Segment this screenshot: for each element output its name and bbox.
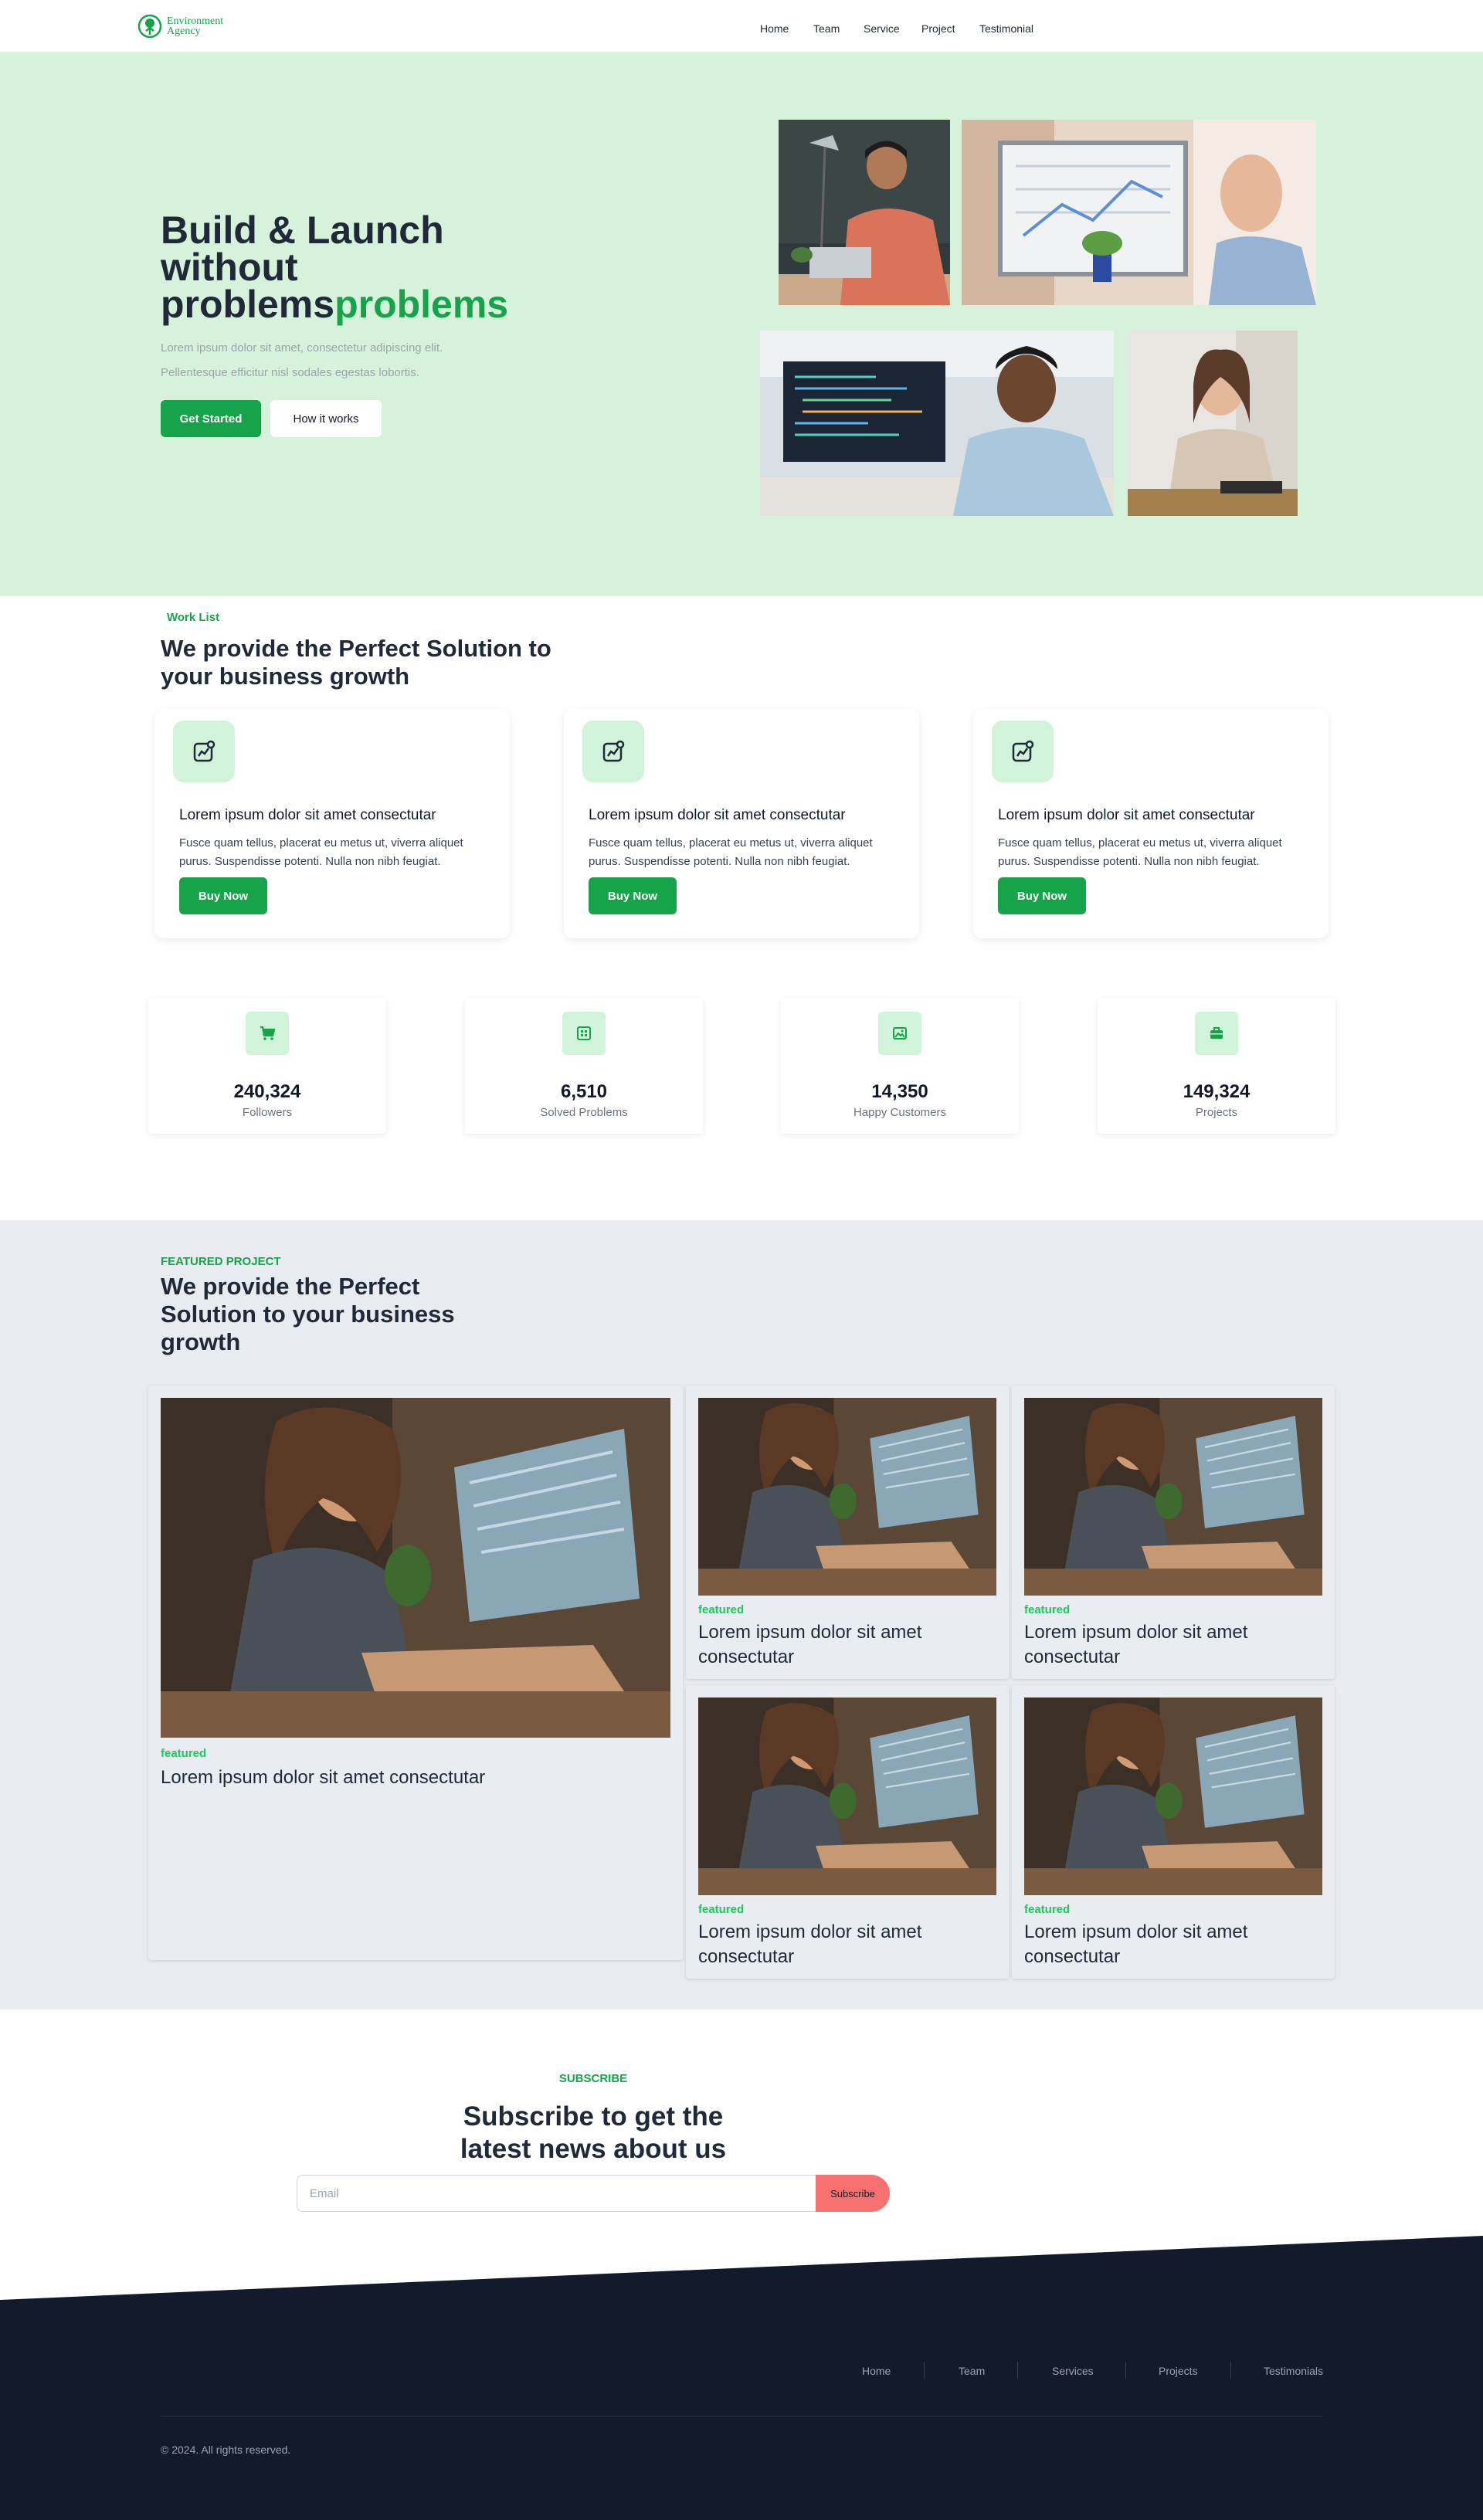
logo-line-2: Agency [167,25,201,37]
footer-link-team[interactable]: Team [959,2365,985,2377]
nav-testimonial[interactable]: Testimonial [979,22,1033,35]
featured-main-image [161,1398,670,1738]
subscribe-form: Subscribe [297,2175,890,2212]
footer-divider [1125,2362,1126,2379]
featured-card-title: Lorem ipsum dolor sit amet consectutar [161,1767,486,1788]
nav-home[interactable]: Home [760,22,789,35]
site-header: Environment Agency Home Team Service Pro… [0,0,1483,53]
work-card-text: Fusce quam tellus, placerat eu metus ut,… [998,836,1282,868]
featured-tag: featured [698,1903,745,1916]
work-card-text: Fusce quam tellus, placerat eu metus ut,… [589,836,873,868]
footer-divider [1230,2362,1231,2379]
work-title: We provide the Perfect Solution to your … [161,635,551,690]
stat-label: Solved Problems [540,1106,628,1119]
stat-value: 149,324 [1183,1081,1251,1102]
footer-link-testimonials[interactable]: Testimonials [1264,2365,1323,2377]
hero-photo-man-laptop [779,120,950,305]
featured-tag: featured [1024,1903,1071,1916]
how-it-works-button[interactable]: How it works [270,400,382,437]
featured-card[interactable]: featured Lorem ipsum dolor sit amet cons… [686,1685,1009,1979]
hero-photo-developer [760,331,1114,516]
hero-title-dark-word: problems [161,283,335,326]
hero-title-green-word: problems [334,283,509,326]
work-card-title: Lorem ipsum dolor sit amet consectutar [998,807,1255,823]
hero-description: Lorem ipsum dolor sit amet, consectetur … [161,341,443,379]
footer-link-home[interactable]: Home [862,2365,891,2377]
chart-sparkle-icon [582,721,644,782]
work-card-text: Fusce quam tellus, placerat eu metus ut,… [179,836,463,868]
footer-link-services[interactable]: Services [1052,2365,1094,2377]
nav-service[interactable]: Service [864,22,900,35]
featured-card-title: Lorem ipsum dolor sit amet consectutar [1024,1921,1248,1967]
featured-card-title: Lorem ipsum dolor sit amet consectutar [1024,1622,1248,1667]
copyright: © 2024. All rights reserved. [161,2444,291,2456]
stat-card-solved-problems: 6,510 Solved Problems [465,998,703,1134]
featured-tag: featured [698,1603,745,1616]
footer-divider [924,2362,925,2379]
stat-value: 6,510 [560,1081,608,1102]
hero-photo-man-chart [962,120,1316,305]
chart-sparkle-icon [173,721,235,782]
footer-link-projects[interactable]: Projects [1159,2365,1198,2377]
hero-photo-woman [1128,331,1298,516]
stat-card-projects: 149,324 Projects [1098,998,1335,1134]
featured-eyebrow: FEATURED PROJECT [161,1255,281,1268]
get-started-button[interactable]: Get Started [161,400,261,437]
chart-sparkle-icon [992,721,1054,782]
work-card: Lorem ipsum dolor sit amet consectutar F… [154,709,510,938]
subscribe-title: Subscribe to get the latest news about u… [460,2101,727,2164]
footer-divider-line [161,2416,1322,2417]
stat-card-happy-customers: 14,350 Happy Customers [781,998,1019,1134]
email-input[interactable] [297,2175,816,2212]
footer-background [0,2236,1483,2520]
stat-label: Followers [242,1106,293,1119]
featured-card[interactable]: featured Lorem ipsum dolor sit amet cons… [686,1385,1009,1679]
buy-now-button[interactable]: Buy Now [179,877,267,914]
featured-section: FEATURED PROJECT We provide the Perfect … [0,1220,1483,2010]
work-card: Lorem ipsum dolor sit amet consectutar F… [564,709,919,938]
featured-card-image [698,1398,996,1596]
logo-text: Environment Agency [167,16,223,37]
tree-logo-icon [137,14,162,39]
image-icon [878,1012,921,1055]
work-card-title: Lorem ipsum dolor sit amet consectutar [179,807,436,823]
featured-card[interactable]: featured Lorem ipsum dolor sit amet cons… [1012,1685,1335,1979]
nav-team[interactable]: Team [813,22,840,35]
featured-tag: featured [161,1747,207,1760]
featured-tag: featured [1024,1603,1071,1616]
cart-icon [246,1012,289,1055]
featured-card-title: Lorem ipsum dolor sit amet consectutar [698,1921,922,1967]
featured-card-image [698,1698,996,1895]
hero-section: Build & Launch without problemsproblems … [0,53,1483,596]
subscribe-eyebrow: SUBSCRIBE [558,2072,628,2085]
featured-main-card[interactable]: featured Lorem ipsum dolor sit amet cons… [148,1385,683,1960]
work-card: Lorem ipsum dolor sit amet consectutar F… [973,709,1329,938]
stat-value: 14,350 [871,1081,928,1102]
buy-now-button[interactable]: Buy Now [589,877,677,914]
stat-label: Projects [1195,1106,1238,1119]
work-eyebrow: Work List [167,611,220,624]
briefcase-icon [1195,1012,1238,1055]
subscribe-button[interactable]: Subscribe [816,2175,890,2212]
footer-divider [1017,2362,1018,2379]
grid-icon [562,1012,606,1055]
featured-card-title: Lorem ipsum dolor sit amet consectutar [698,1622,922,1667]
stat-label: Happy Customers [853,1106,947,1119]
nav-project[interactable]: Project [921,22,955,35]
featured-card-image [1024,1398,1322,1596]
stat-card-followers: 240,324 Followers [148,998,386,1134]
featured-card[interactable]: featured Lorem ipsum dolor sit amet cons… [1012,1385,1335,1679]
work-card-title: Lorem ipsum dolor sit amet consectutar [589,807,846,823]
stat-value: 240,324 [233,1081,301,1102]
featured-title: We provide the Perfect Solution to your … [161,1273,455,1355]
buy-now-button[interactable]: Buy Now [998,877,1086,914]
featured-card-image [1024,1698,1322,1895]
hero-title: Build & Launch without problemsproblems [161,211,562,326]
logo[interactable]: Environment Agency [137,14,223,39]
